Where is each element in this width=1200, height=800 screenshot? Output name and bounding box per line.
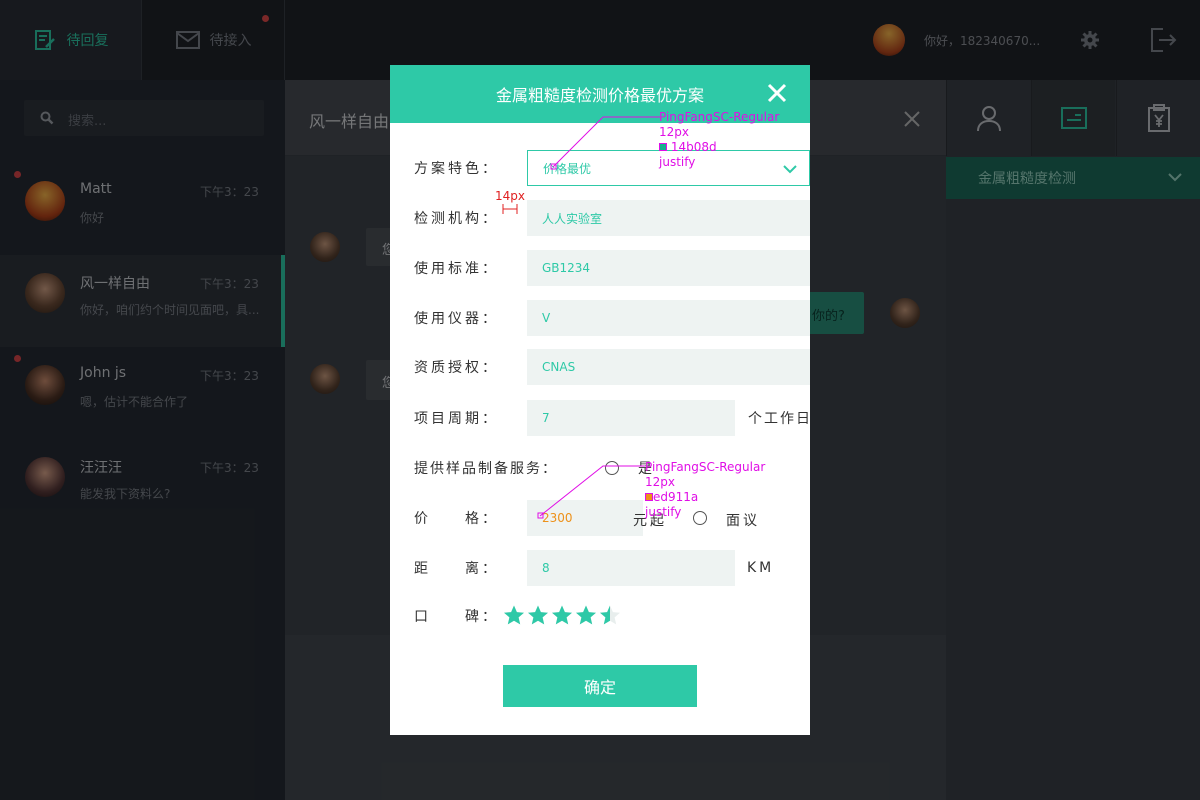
annotation-color: 14b08d xyxy=(670,140,717,154)
annotation-align: justify xyxy=(659,155,696,169)
annotation-align: justify xyxy=(645,505,682,519)
color-swatch xyxy=(659,143,667,151)
annotation-color: ed911a xyxy=(653,490,699,504)
annotation-color-row: 14b08d xyxy=(659,140,779,155)
annotation-font: PingFangSC-Regular xyxy=(659,110,780,124)
annotation-lines xyxy=(502,116,660,519)
color-swatch xyxy=(645,493,653,501)
spacing-annotation: 14px xyxy=(495,189,525,203)
annotation-size: 12px xyxy=(645,475,675,489)
annotation-size: 12px xyxy=(659,125,689,139)
spec-annotation: PingFangSC-Regular 12px ed911a justify xyxy=(645,460,765,520)
annotation-color-row: ed911a xyxy=(645,490,765,505)
annotation-font: PingFangSC-Regular xyxy=(645,460,766,474)
spec-annotation: PingFangSC-Regular 12px 14b08d justify xyxy=(659,110,779,170)
